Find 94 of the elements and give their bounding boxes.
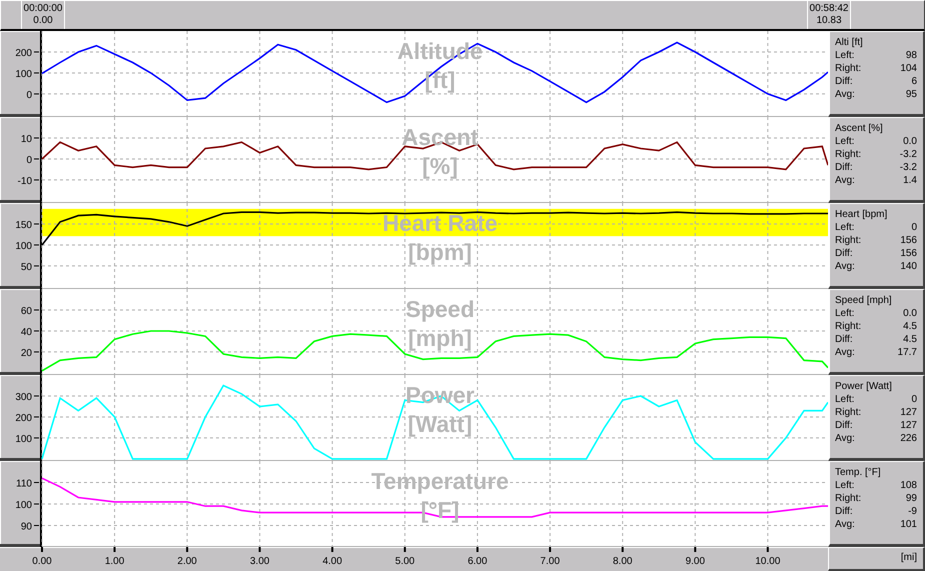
axis-tick-label: 200: [15, 412, 32, 424]
axis-tick-label: 8.00: [612, 556, 632, 567]
stat-label: Diff:: [835, 75, 853, 88]
axis-tick-label: 4.00: [322, 556, 342, 567]
stat-value: 4.5: [903, 333, 917, 346]
stat-value: 156: [900, 247, 917, 260]
axis-tick-label: 3.00: [250, 556, 270, 567]
stat-label: Left:: [835, 49, 854, 62]
stat-label: Left:: [835, 479, 854, 492]
stat-label: Right:: [835, 406, 862, 419]
axis-tick-label: -10: [18, 176, 32, 187]
axis-tick-label: 50: [20, 262, 32, 273]
stat-label: Right:: [835, 492, 862, 505]
stat-label: Right:: [835, 62, 862, 75]
axis-unit: [mi]: [828, 547, 925, 571]
stat-value: 0: [911, 221, 917, 234]
axis-tick-label: 150: [15, 220, 32, 231]
axis-tick-label: 100: [15, 434, 32, 445]
stat-label: Left:: [835, 307, 854, 320]
axis-tick-label: 0: [26, 154, 32, 166]
stats-title: Heart [bpm]: [835, 208, 888, 221]
stat-label: Avg:: [835, 346, 855, 359]
stat-label: Avg:: [835, 174, 855, 187]
stat-label: Avg:: [835, 518, 855, 531]
chart-title: Speed: [405, 296, 475, 322]
stat-value: 0.0: [903, 307, 917, 320]
stats-title: Power [Watt]: [835, 380, 893, 393]
stats-title: Alti [ft]: [835, 36, 864, 49]
stat-label: Diff:: [835, 161, 853, 174]
stat-value: 108: [900, 479, 917, 492]
axis-tick-label: 40: [20, 326, 32, 338]
stat-label: Avg:: [835, 260, 855, 273]
chart-title: Temperature: [371, 468, 509, 494]
stats-title: Speed [mph]: [835, 294, 893, 307]
stat-value: 99: [906, 492, 917, 505]
stat-value: 0.0: [903, 135, 917, 148]
stat-value: 156: [900, 234, 917, 247]
chart-unit: [bpm]: [408, 239, 472, 265]
axis-tick-label: 2.00: [177, 556, 197, 567]
axis-tick-label: 60: [20, 306, 32, 317]
stat-label: Diff:: [835, 333, 853, 346]
stat-label: Right:: [835, 234, 862, 247]
chart-unit: [mph]: [408, 325, 472, 351]
stats-title: Temp. [°F]: [835, 466, 882, 479]
stat-value: 17.7: [898, 346, 917, 359]
axis-tick-label: 9.00: [685, 556, 705, 567]
axis-tick-label: 300: [15, 392, 32, 403]
cursor-label[interactable]: 00:58:42 10.83: [807, 1, 851, 29]
stat-value: 127: [900, 406, 917, 419]
axis-tick-label: 110: [16, 478, 32, 490]
stat-label: Right:: [835, 148, 862, 161]
stat-value: 127: [900, 419, 917, 432]
axis-tick-label: 100: [15, 68, 32, 80]
axis-tick-label: 7.00: [540, 556, 560, 567]
stat-value: -3.2: [900, 148, 917, 161]
stat-label: Diff:: [835, 505, 853, 518]
stat-value: 140: [900, 260, 917, 273]
stat-label: Avg:: [835, 432, 855, 445]
axis-tick-label: 10: [20, 134, 32, 145]
stat-value: 0: [911, 393, 917, 406]
cursor-label[interactable]: 00:00:00 0.00: [21, 1, 65, 29]
stat-value: 98: [906, 49, 917, 62]
axis-tick-label: 6.00: [468, 556, 488, 567]
stat-label: Right:: [835, 320, 862, 333]
chart-unit: [Watt]: [408, 411, 472, 437]
stat-value: -9: [908, 505, 917, 518]
axis-tick-label: 100: [15, 240, 32, 252]
axis-tick-label: 100: [15, 500, 32, 511]
axis-tick-label: 0: [26, 90, 32, 101]
axis-tick-label: 10.00: [755, 556, 780, 567]
stat-label: Left:: [835, 135, 854, 148]
stat-value: 6: [911, 75, 917, 88]
stat-label: Diff:: [835, 247, 853, 260]
stat-value: 1.4: [903, 174, 917, 187]
stat-value: -3.2: [900, 161, 917, 174]
stat-label: Left:: [835, 221, 854, 234]
stat-label: Diff:: [835, 419, 853, 432]
chart-unit: [%]: [422, 153, 458, 179]
chart-unit: [ft]: [424, 67, 456, 93]
axis-tick-label: 1.00: [104, 556, 124, 567]
stat-label: Left:: [835, 393, 854, 406]
stat-value: 4.5: [903, 320, 917, 333]
axis-tick-label: 200: [15, 48, 32, 59]
axis-tick-label: 90: [20, 522, 32, 532]
stat-value: 104: [900, 62, 917, 75]
axis-tick-label: 5.00: [395, 556, 415, 567]
stat-label: Avg:: [835, 88, 855, 101]
stat-value: 95: [906, 88, 917, 101]
chart-title: Heart Rate: [382, 210, 498, 236]
stat-value: 226: [900, 432, 917, 445]
axis-tick-label: 0.00: [32, 556, 52, 567]
axis-tick-label: 20: [20, 348, 32, 359]
stat-value: 101: [900, 518, 917, 531]
stats-title: Ascent [%]: [835, 122, 884, 135]
